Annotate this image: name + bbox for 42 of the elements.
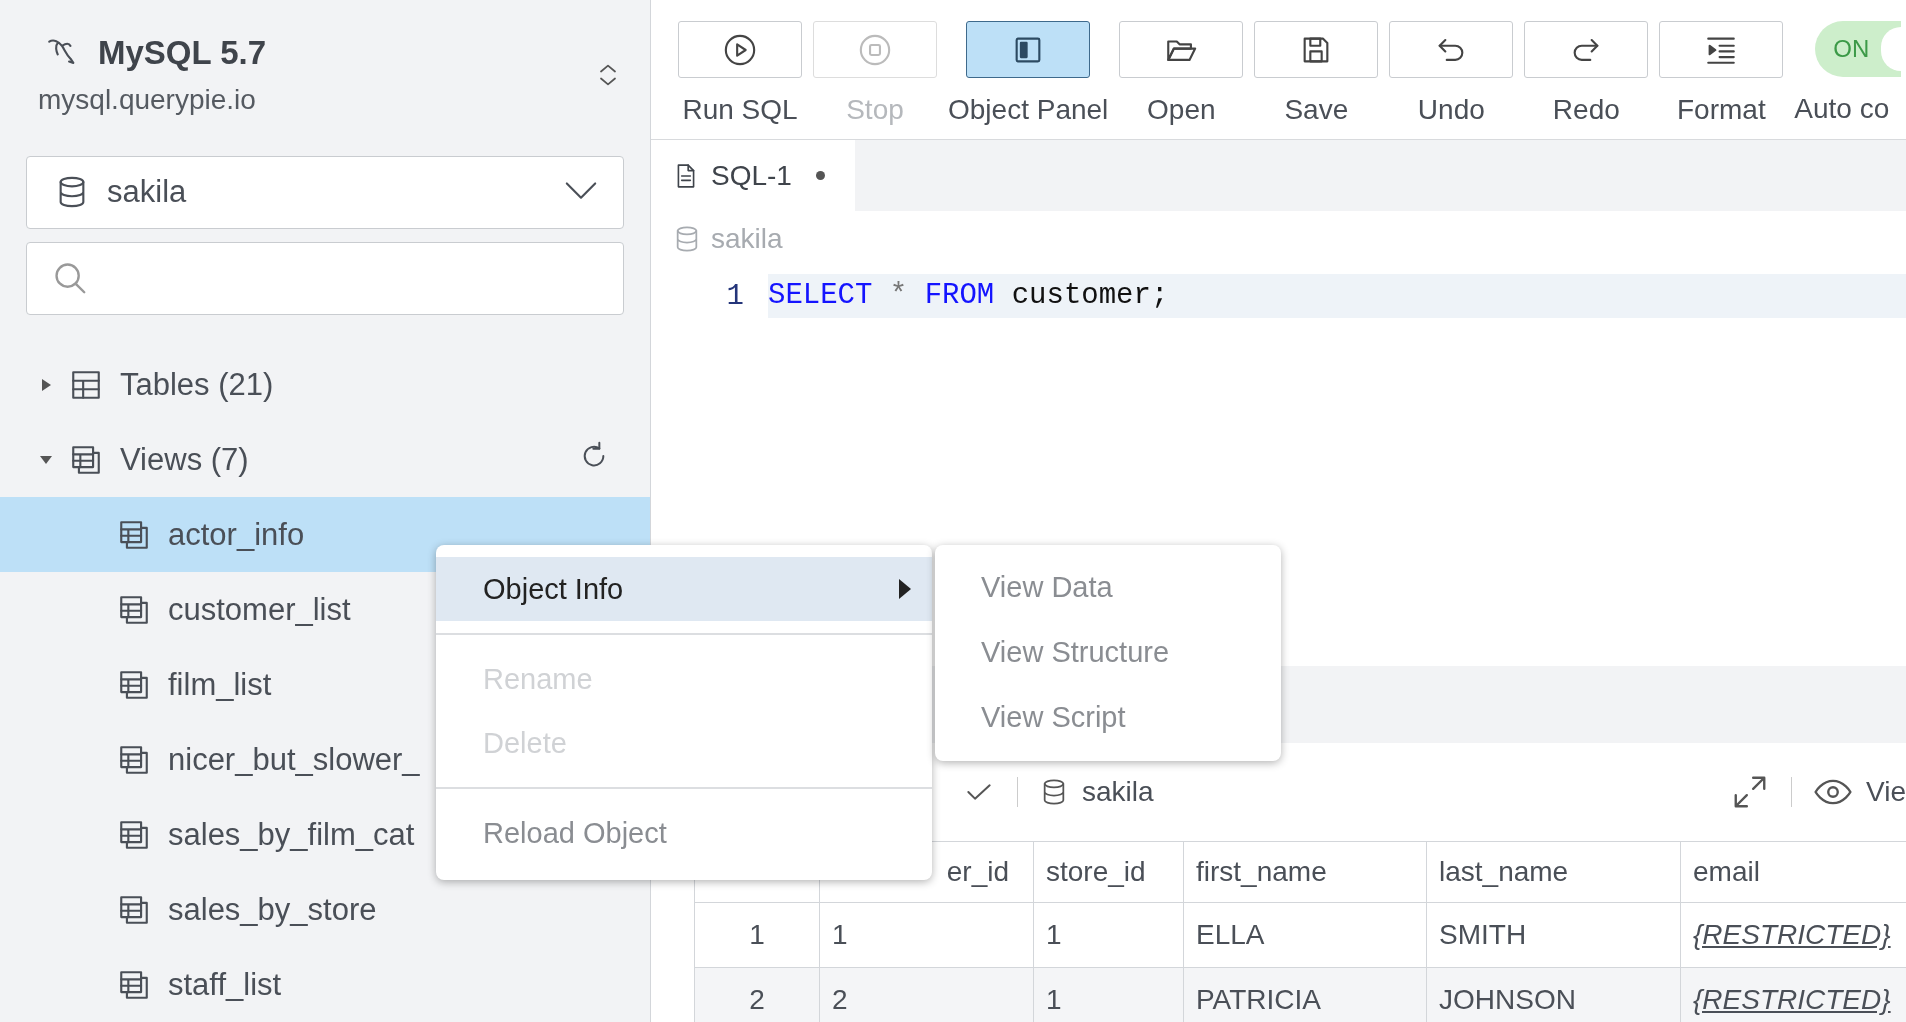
toolbar-label: Run SQL bbox=[682, 94, 798, 126]
play-icon bbox=[723, 32, 757, 67]
editor-database: sakila bbox=[711, 223, 783, 255]
column-header[interactable]: last_name bbox=[1426, 841, 1681, 903]
connection-name: MySQL 5.7 bbox=[98, 34, 267, 72]
toolbar-label: Redo bbox=[1552, 94, 1620, 126]
table-cell: PATRICIA bbox=[1183, 967, 1427, 1022]
editor-tab[interactable]: SQL-1 bbox=[651, 140, 855, 211]
table-cell: 1 bbox=[1033, 967, 1184, 1022]
database-dropdown[interactable]: sakila bbox=[26, 155, 624, 229]
row-number: 1 bbox=[694, 902, 820, 968]
table-cell: 1 bbox=[819, 902, 1034, 968]
results-database: sakila bbox=[1082, 776, 1154, 808]
table-cell: SMITH bbox=[1426, 902, 1681, 968]
toolbar-button[interactable] bbox=[966, 21, 1091, 78]
toolbar-label: Stop bbox=[846, 94, 904, 126]
column-header[interactable]: store_id bbox=[1033, 841, 1184, 903]
line-number: 1 bbox=[725, 279, 745, 313]
caret-right-icon[interactable] bbox=[40, 377, 52, 392]
table-cell: ELLA bbox=[1183, 902, 1427, 968]
table-cell: 2 bbox=[819, 967, 1034, 1022]
table-cell: 1 bbox=[1033, 902, 1184, 968]
view-button[interactable]: Vie bbox=[1866, 776, 1906, 808]
column-header[interactable]: first_name bbox=[1183, 841, 1427, 903]
toolbar-label: Open bbox=[1147, 94, 1216, 126]
tree-item[interactable]: Tables (21) bbox=[0, 347, 650, 422]
column-header[interactable]: email bbox=[1680, 841, 1906, 903]
table-cell: {RESTRICTED} bbox=[1680, 967, 1906, 1022]
search-field[interactable] bbox=[26, 241, 624, 315]
tree-item[interactable]: staff_list bbox=[0, 947, 650, 1022]
toolbar-label: Undo bbox=[1417, 94, 1485, 126]
toolbar-label: Auto co bbox=[1794, 93, 1890, 125]
menu-item[interactable]: Object Info bbox=[436, 557, 932, 621]
row-number: 2 bbox=[694, 967, 820, 1022]
toolbar-label: Object Panel bbox=[948, 94, 1109, 126]
stop-icon bbox=[858, 32, 892, 67]
tree-item[interactable]: Views (7) bbox=[0, 422, 650, 497]
table-cell: JOHNSON bbox=[1426, 967, 1681, 1022]
toolbar-label: Format bbox=[1677, 94, 1766, 126]
toolbar-label: Save bbox=[1284, 94, 1349, 126]
connection-host: mysql.querypie.io bbox=[38, 84, 257, 116]
tree-item[interactable]: sales_by_store bbox=[0, 872, 650, 947]
